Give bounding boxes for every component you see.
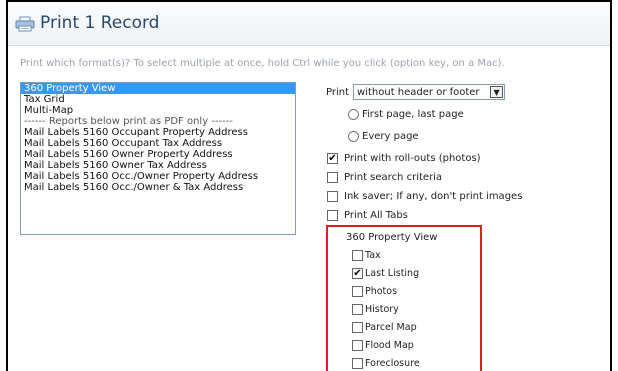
rollouts-label: Print with roll-outs (photos) bbox=[344, 153, 481, 164]
ink-saver-label: Ink saver; If any, don't print images bbox=[344, 191, 523, 202]
print-header-row: Print without header or footer ▼ bbox=[326, 82, 506, 102]
ink-saver-checkbox[interactable] bbox=[327, 191, 338, 202]
tab-checkbox[interactable] bbox=[352, 304, 363, 315]
format-option[interactable]: ------ Reports below print as PDF only -… bbox=[21, 116, 295, 127]
all-tabs-checkbox[interactable] bbox=[327, 210, 338, 221]
tab-option-label: Photos bbox=[365, 286, 398, 297]
search-criteria-checkbox[interactable] bbox=[327, 172, 338, 183]
rollouts-option[interactable]: ✔ Print with roll-outs (photos) bbox=[327, 153, 481, 164]
print-label: Print bbox=[326, 86, 350, 98]
all-tabs-option[interactable]: Print All Tabs bbox=[327, 210, 408, 221]
instructions-text: Print which format(s)? To select multipl… bbox=[20, 58, 505, 69]
radio-first-last-page[interactable]: First page, last page bbox=[348, 109, 464, 120]
tab-checkbox[interactable] bbox=[352, 250, 363, 261]
tab-option-photos[interactable]: Photos bbox=[352, 286, 397, 297]
format-option[interactable]: Mail Labels 5160 Occ./Owner & Tax Addres… bbox=[21, 182, 295, 193]
ink-saver-option[interactable]: Ink saver; If any, don't print images bbox=[327, 191, 522, 202]
tab-option-parcel-map[interactable]: Parcel Map bbox=[352, 322, 417, 333]
format-option[interactable]: Mail Labels 5160 Occupant Tax Address bbox=[21, 138, 295, 149]
tabs-selection-box: 360 Property View Tax ✔ Last Listing Pho… bbox=[326, 225, 482, 371]
tab-option-flood-map[interactable]: Flood Map bbox=[352, 340, 414, 351]
tab-checkbox[interactable]: ✔ bbox=[352, 268, 363, 279]
tab-option-last-listing[interactable]: ✔ Last Listing bbox=[352, 268, 419, 279]
tab-checkbox[interactable] bbox=[352, 286, 363, 297]
header-footer-select[interactable]: without header or footer ▼ bbox=[353, 84, 506, 100]
printer-icon bbox=[15, 16, 35, 32]
search-criteria-option[interactable]: Print search criteria bbox=[327, 172, 442, 183]
all-tabs-label: Print All Tabs bbox=[344, 210, 408, 221]
tab-option-label: Tax bbox=[365, 250, 381, 261]
tab-option-history[interactable]: History bbox=[352, 304, 399, 315]
tab-checkbox[interactable] bbox=[352, 340, 363, 351]
radio-every-page[interactable]: Every page bbox=[348, 131, 419, 142]
format-option[interactable]: Multi-Map bbox=[21, 105, 295, 116]
format-option[interactable]: Mail Labels 5160 Occ./Owner Property Add… bbox=[21, 171, 295, 182]
tab-option-label: Flood Map bbox=[365, 340, 414, 351]
radio-every-page-label: Every page bbox=[362, 131, 419, 142]
tab-option-tax[interactable]: Tax bbox=[352, 250, 381, 261]
rollouts-checkbox[interactable]: ✔ bbox=[327, 153, 338, 164]
tab-option-label: Foreclosure bbox=[365, 358, 420, 369]
tab-option-foreclosure[interactable]: Foreclosure bbox=[352, 358, 420, 369]
format-option[interactable]: 360 Property View bbox=[21, 83, 295, 94]
header-footer-select-value: without header or footer bbox=[357, 86, 480, 98]
search-criteria-label: Print search criteria bbox=[344, 172, 443, 183]
dialog-title: Print 1 Record bbox=[40, 13, 160, 33]
tab-option-label: Parcel Map bbox=[365, 322, 417, 333]
format-listbox[interactable]: 360 Property View Tax Grid Multi-Map ------… bbox=[20, 82, 296, 235]
radio-button[interactable] bbox=[348, 109, 359, 120]
tabs-section-title: 360 Property View bbox=[346, 232, 438, 243]
format-option[interactable]: Mail Labels 5160 Owner Tax Address bbox=[21, 160, 295, 171]
tab-checkbox[interactable] bbox=[352, 322, 363, 333]
tab-option-label: History bbox=[365, 304, 399, 315]
tab-option-label: Last Listing bbox=[365, 268, 420, 279]
dialog-titlebar: Print 1 Record bbox=[8, 2, 610, 46]
format-option[interactable]: Mail Labels 5160 Occupant Property Addre… bbox=[21, 127, 295, 138]
print-dialog: Print 1 Record Print which format(s)? To… bbox=[6, 0, 612, 371]
tab-checkbox[interactable] bbox=[352, 358, 363, 369]
format-option[interactable]: Mail Labels 5160 Owner Property Address bbox=[21, 149, 295, 160]
chevron-down-icon[interactable]: ▼ bbox=[490, 86, 504, 98]
format-option[interactable]: Tax Grid bbox=[21, 94, 295, 105]
radio-button[interactable] bbox=[348, 131, 359, 142]
radio-first-last-label: First page, last page bbox=[362, 109, 464, 120]
